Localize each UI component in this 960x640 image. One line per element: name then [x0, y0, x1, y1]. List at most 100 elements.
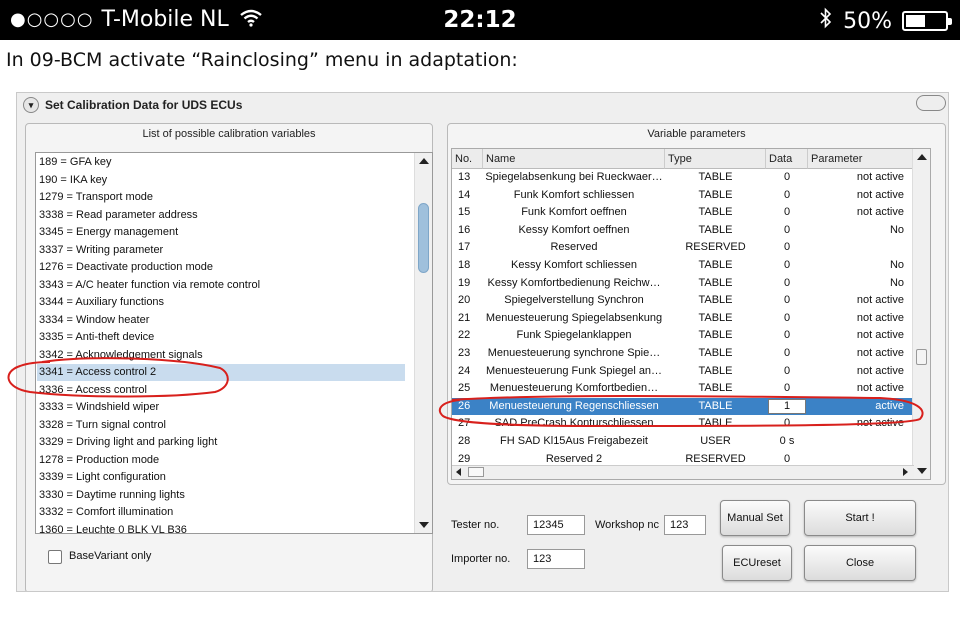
cell-parameter [808, 433, 914, 451]
cell-no: 20 [458, 294, 471, 307]
battery-icon [902, 11, 952, 31]
list-item[interactable]: 3332 = Comfort illumination [39, 504, 173, 521]
cell-data: 0 [783, 276, 791, 289]
cell-parameter: No [889, 259, 904, 271]
list-item[interactable]: 1360 = Leuchte 0 BLK VL B36 [39, 522, 187, 534]
cell-parameter: not active [856, 206, 904, 219]
list-item[interactable]: 189 = GFA key [39, 154, 111, 171]
list-item[interactable]: 3328 = Turn signal control [39, 417, 166, 434]
table-row[interactable]: 27 SAD PreCrash Konturschliessen TABLE 0 not… [452, 415, 914, 433]
list-item[interactable]: 3338 = Read parameter address [39, 207, 198, 224]
scroll-up-arrow-icon[interactable] [419, 158, 429, 164]
cell-name: Spiegelverstellung Synchron [504, 294, 644, 307]
cell-name: FH SAD Kl15Aus Freigabezeit [500, 435, 648, 447]
list-item[interactable]: 1276 = Deactivate production mode [39, 259, 213, 276]
table-row[interactable]: 13 Spiegelabsenkung bei Rueckwaer… TABLE 0 n… [452, 169, 914, 187]
cell-parameter: not active [856, 382, 904, 395]
list-item[interactable]: 3330 = Daytime running lights [39, 487, 185, 504]
scroll-thumb[interactable] [418, 203, 429, 273]
list-item[interactable]: 3334 = Window heater [39, 312, 149, 329]
workshop-number-field[interactable]: 123 [664, 515, 706, 535]
table-scroll-thumb[interactable] [916, 349, 927, 365]
cell-data: 0 [783, 311, 791, 324]
collapse-icon[interactable]: ▾ [23, 97, 39, 113]
table-row[interactable]: 15 Funk Komfort oeffnen TABLE 0 not active [452, 204, 914, 222]
list-item[interactable]: 3335 = Anti-theft device [39, 329, 154, 346]
cell-name: Menuesteuerung Spiegelabsenkung [485, 311, 663, 324]
column-header-data[interactable]: Data [766, 149, 808, 169]
importer-number-field[interactable]: 123 [527, 549, 585, 569]
table-row[interactable]: 18 Kessy Komfort schliessen TABLE 0 No [452, 257, 914, 275]
table-row[interactable]: 16 Kessy Komfort oeffnen TABLE 0 No [452, 222, 914, 240]
table-scroll-down-icon[interactable] [917, 468, 927, 474]
cell-type: TABLE [698, 259, 733, 271]
tester-number-field[interactable]: 12345 [527, 515, 585, 535]
list-item[interactable]: 190 = IKA key [39, 172, 107, 189]
cell-name: Menuesteuerung Regenschliessen [489, 399, 659, 412]
horizontal-scroll-thumb[interactable] [468, 467, 484, 477]
ecu-reset-button[interactable]: ECUreset [722, 545, 792, 581]
cell-name: Menuesteuerung Komfortbedien… [489, 382, 659, 395]
list-scrollbar[interactable] [414, 153, 432, 533]
cell-no: 14 [458, 188, 471, 201]
manual-set-button[interactable]: Manual Set [720, 500, 790, 536]
list-item-selected[interactable]: 3341 = Access control 2 [37, 364, 405, 381]
table-row[interactable]: 21 Menuesteuerung Spiegelabsenkung TABLE 0 n… [452, 310, 914, 328]
cell-name: Kessy Komfort schliessen [511, 259, 637, 271]
cell-type: TABLE [698, 364, 733, 377]
scroll-left-arrow-icon[interactable] [456, 468, 461, 476]
list-item[interactable]: 3337 = Writing parameter [39, 242, 163, 259]
base-variant-checkbox[interactable] [48, 550, 62, 564]
variable-parameters-panel: Variable parameters No. Name Type Data P… [447, 123, 946, 485]
base-variant-label: BaseVariant only [69, 550, 152, 562]
close-button[interactable]: Close [804, 545, 916, 581]
table-row[interactable]: 20 Spiegelverstellung Synchron TABLE 0 not a… [452, 292, 914, 310]
column-header-parameter[interactable]: Parameter [808, 149, 914, 169]
right-panel-title: Variable parameters [647, 128, 746, 140]
table-row[interactable]: 28 FH SAD Kl15Aus Freigabezeit USER 0 s [452, 433, 914, 451]
table-row[interactable]: 25 Menuesteuerung Komfortbedien… TABLE 0 not… [452, 380, 914, 398]
table-row[interactable]: 14 Funk Komfort schliessen TABLE 0 not activ… [452, 187, 914, 205]
list-item[interactable]: 3342 = Acknowledgement signals [39, 347, 203, 364]
list-item[interactable]: 3344 = Auxiliary functions [39, 294, 164, 311]
cell-name: Spiegelabsenkung bei Rueckwaer… [485, 171, 663, 183]
calibration-window: ▾ Set Calibration Data for UDS ECUs List… [16, 92, 949, 592]
cell-data: 0 [783, 259, 791, 271]
cell-parameter: No [889, 276, 904, 289]
list-item[interactable]: 3336 = Access control [39, 382, 147, 399]
table-row[interactable]: 22 Funk Spiegelanklappen TABLE 0 not active [452, 327, 914, 345]
list-item[interactable]: 1278 = Production mode [39, 452, 159, 469]
list-item[interactable]: 3329 = Driving light and parking light [39, 434, 217, 451]
cell-no: 13 [458, 171, 471, 183]
column-header-type[interactable]: Type [665, 149, 766, 169]
cell-name: Kessy Komfortbedienung Reichw… [487, 276, 661, 289]
cell-name: Menuesteuerung synchrone Spie… [487, 347, 661, 359]
variable-parameters-table[interactable]: No. Name Type Data Parameter 13 Spiegelab… [451, 148, 931, 480]
calibration-variables-list[interactable]: 189 = GFA key 190 = IKA key 1279 = Transpo… [35, 152, 433, 534]
window-control-button[interactable] [916, 95, 946, 111]
table-row[interactable]: 17 Reserved RESERVED 0 [452, 239, 914, 257]
cell-type: USER [700, 435, 731, 447]
table-row[interactable]: 19 Kessy Komfortbedienung Reichw… TABLE 0 No [452, 275, 914, 293]
table-scrollbar[interactable] [912, 149, 930, 479]
start-button[interactable]: Start ! [804, 500, 916, 536]
scroll-right-arrow-icon[interactable] [903, 468, 908, 476]
list-item[interactable]: 3343 = A/C heater function via remote co… [39, 277, 260, 294]
table-row[interactable]: 23 Menuesteuerung synchrone Spie… TABLE 0 no… [452, 345, 914, 363]
list-item[interactable]: 1279 = Transport mode [39, 189, 153, 206]
column-header-no[interactable]: No. [452, 149, 483, 169]
status-bar: ●○○○○ T-Mobile NL 22:12 50% [0, 0, 960, 40]
cell-name: Reserved [550, 241, 598, 254]
table-scroll-up-icon[interactable] [917, 154, 927, 160]
table-horizontal-scrollbar[interactable] [452, 465, 914, 479]
list-item[interactable]: 3339 = Light configuration [39, 469, 166, 486]
cell-no: 15 [458, 206, 471, 219]
caption-text: In 09-BCM activate “Rainclosing” menu in… [6, 49, 518, 71]
cell-no: 18 [458, 259, 471, 271]
table-row-selected[interactable]: 26 Menuesteuerung Regenschliessen TABLE 1 ac… [452, 397, 914, 416]
column-header-name[interactable]: Name [483, 149, 665, 169]
list-item[interactable]: 3345 = Energy management [39, 224, 178, 241]
table-row[interactable]: 24 Menuesteuerung Funk Spiegel an… TABLE 0 n… [452, 363, 914, 381]
scroll-down-arrow-icon[interactable] [419, 522, 429, 528]
list-item[interactable]: 3333 = Windshield wiper [39, 399, 159, 416]
